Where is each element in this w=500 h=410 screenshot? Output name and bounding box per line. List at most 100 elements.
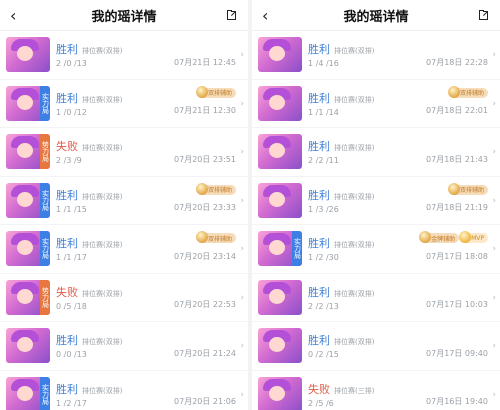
match-result: 胜利 bbox=[56, 188, 78, 202]
hero-avatar bbox=[258, 182, 302, 218]
honor-tags: 金牌辅助 MVP bbox=[419, 231, 488, 244]
hero-avatar bbox=[258, 279, 302, 315]
match-result-line: 胜利 排位赛(双排) bbox=[308, 138, 374, 154]
match-info: 胜利 排位赛(双排) 1 /2 /30 bbox=[308, 235, 374, 262]
match-mode: 排位赛(双排) bbox=[334, 144, 375, 153]
match-row[interactable]: 胜利 排位赛(双排) 0 /0 /13 07月20日 21:24 › bbox=[0, 322, 248, 371]
match-info: 胜利 排位赛(双排) 1 /1 /17 bbox=[56, 235, 122, 262]
match-row[interactable]: 实力局 胜利 排位赛(双排) 1 /1 /15 双排辅助 07月20日 23:33 › bbox=[0, 177, 248, 225]
avatar-face bbox=[269, 337, 285, 353]
chevron-right-icon: › bbox=[492, 50, 496, 60]
match-mode: 排位赛(双排) bbox=[82, 386, 123, 395]
right-panel: ‹ 我的瑶详情 胜利 排位赛(双排) 1 /4 /16 07月18日 22:28 › 胜利… bbox=[252, 0, 500, 410]
match-result-line: 失败 排位赛(三排) bbox=[308, 381, 374, 397]
match-mode: 排位赛(三排) bbox=[334, 386, 375, 395]
match-result: 胜利 bbox=[308, 334, 330, 348]
match-result: 失败 bbox=[56, 140, 78, 154]
match-info: 胜利 排位赛(双排) 1 /0 /12 bbox=[56, 90, 122, 117]
medal-icon bbox=[195, 182, 208, 195]
chevron-right-icon: › bbox=[240, 98, 244, 109]
match-result-line: 胜利 排位赛(双排) bbox=[56, 332, 122, 348]
strength-badge: 势力局 bbox=[40, 279, 50, 315]
match-row[interactable]: 胜利 排位赛(双排) 1 /1 /14 双排辅助 07月18日 22:01 › bbox=[252, 80, 500, 128]
kda: 1 /0 /12 bbox=[56, 107, 87, 117]
chevron-right-icon: › bbox=[492, 244, 496, 254]
left-panel: ‹ 我的瑶详情 胜利 排位赛(双排) 2 /0 /13 07月21日 12:45 › 实力… bbox=[0, 0, 248, 410]
avatar-face bbox=[17, 337, 33, 353]
honor-tag-label: 金牌辅助 bbox=[431, 235, 456, 243]
match-result-line: 胜利 排位赛(双排) bbox=[308, 41, 374, 57]
hero-avatar: 实力局 bbox=[6, 182, 50, 218]
match-time: 07月18日 21:43 bbox=[426, 154, 488, 164]
match-result-line: 胜利 排位赛(双排) bbox=[308, 332, 374, 348]
kda: 2 /0 /13 bbox=[56, 59, 87, 69]
match-result: 胜利 bbox=[308, 43, 330, 57]
match-mode: 排位赛(双排) bbox=[334, 241, 375, 250]
match-row[interactable]: 实力局 胜利 排位赛(双排) 1 /0 /12 双排辅助 07月21日 12:30 › bbox=[0, 80, 248, 128]
kda: 1 /1 /14 bbox=[308, 107, 339, 117]
match-result: 胜利 bbox=[56, 237, 78, 251]
avatar-face bbox=[17, 240, 33, 256]
hero-avatar bbox=[258, 134, 302, 170]
match-time: 07月18日 22:28 bbox=[426, 57, 488, 67]
match-row[interactable]: 势力局 失败 排位赛(双排) 0 /5 /18 07月20日 22:53 › bbox=[0, 274, 248, 322]
match-mode: 排位赛(双排) bbox=[334, 289, 375, 298]
match-time: 07月20日 23:14 bbox=[174, 251, 236, 261]
chevron-right-icon: › bbox=[240, 195, 244, 206]
support-honor-tag: 双排辅助 bbox=[195, 85, 236, 98]
share-icon[interactable] bbox=[224, 7, 238, 26]
mvp-medal-icon bbox=[459, 231, 472, 243]
medal-icon bbox=[195, 85, 208, 98]
medal-icon bbox=[447, 182, 460, 195]
honor-tag-label: 双排辅助 bbox=[207, 90, 232, 97]
match-row[interactable]: 胜利 排位赛(双排) 2 /0 /13 07月21日 12:45 › bbox=[0, 31, 248, 80]
match-row[interactable]: 势力局 失败 排位赛(双排) 2 /3 /9 07月20日 23:51 › bbox=[0, 128, 248, 177]
share-icon[interactable] bbox=[476, 7, 490, 26]
honor-tag-label: 双排辅助 bbox=[207, 235, 232, 243]
hero-avatar bbox=[258, 376, 302, 410]
hero-avatar bbox=[258, 37, 302, 73]
match-info: 胜利 排位赛(双排) 2 /2 /11 bbox=[308, 138, 374, 165]
match-result: 胜利 bbox=[56, 43, 78, 57]
chevron-right-icon: › bbox=[492, 195, 496, 206]
avatar-face bbox=[269, 143, 285, 159]
match-time: 07月20日 23:51 bbox=[174, 154, 236, 164]
chevron-right-icon: › bbox=[240, 244, 244, 254]
match-row[interactable]: 失败 排位赛(三排) 2 /5 /6 07月16日 19:40 › bbox=[252, 371, 500, 410]
avatar-face bbox=[17, 46, 33, 62]
chevron-right-icon: › bbox=[240, 50, 244, 60]
match-time: 07月20日 22:53 bbox=[174, 300, 236, 309]
match-time: 07月21日 12:30 bbox=[174, 106, 236, 115]
match-row[interactable]: 实力局 胜利 排位赛(双排) 1 /2 /30 金牌辅助 MVP 07月17日 18:08 › bbox=[252, 225, 500, 274]
hero-avatar: 实力局 bbox=[6, 231, 50, 267]
match-result: 胜利 bbox=[56, 334, 78, 348]
medal-icon bbox=[447, 85, 460, 98]
strength-badge: 实力局 bbox=[292, 231, 302, 267]
chevron-right-icon: › bbox=[492, 341, 496, 351]
strength-badge: 实力局 bbox=[40, 231, 50, 267]
match-result-line: 胜利 排位赛(双排) bbox=[308, 187, 374, 203]
hero-avatar bbox=[6, 37, 50, 73]
match-info: 胜利 排位赛(双排) 0 /2 /15 bbox=[308, 332, 374, 359]
avatar-face bbox=[269, 288, 285, 304]
match-time: 07月20日 21:06 bbox=[174, 397, 236, 406]
match-row[interactable]: 胜利 排位赛(双排) 2 /2 /11 07月18日 21:43 › bbox=[252, 128, 500, 177]
match-row[interactable]: 胜利 排位赛(双排) 1 /4 /16 07月18日 22:28 › bbox=[252, 31, 500, 80]
match-result: 胜利 bbox=[308, 188, 330, 202]
match-time: 07月18日 22:01 bbox=[426, 106, 488, 115]
header: ‹ 我的瑶详情 bbox=[0, 0, 248, 31]
match-row[interactable]: 胜利 排位赛(双排) 0 /2 /15 07月17日 09:40 › bbox=[252, 322, 500, 371]
chevron-right-icon: › bbox=[492, 292, 496, 303]
match-info: 胜利 排位赛(双排) 1 /2 /17 bbox=[56, 381, 122, 408]
avatar-face bbox=[17, 288, 33, 304]
match-row[interactable]: 胜利 排位赛(双排) 1 /3 /26 双排辅助 07月18日 21:19 › bbox=[252, 177, 500, 225]
match-time: 07月20日 21:24 bbox=[174, 348, 236, 358]
kda: 0 /2 /15 bbox=[308, 350, 339, 360]
match-list: 胜利 排位赛(双排) 1 /4 /16 07月18日 22:28 › 胜利 排位赛(双排) 1… bbox=[252, 31, 500, 410]
match-row[interactable]: 实力局 胜利 排位赛(双排) 1 /2 /17 07月20日 21:06 › bbox=[0, 371, 248, 410]
match-row[interactable]: 胜利 排位赛(双排) 2 /2 /13 07月17日 10:03 › bbox=[252, 274, 500, 322]
back-arrow-icon[interactable]: ‹ bbox=[262, 6, 268, 25]
match-time: 07月17日 10:03 bbox=[426, 300, 488, 309]
back-arrow-icon[interactable]: ‹ bbox=[10, 6, 16, 25]
match-row[interactable]: 实力局 胜利 排位赛(双排) 1 /1 /17 双排辅助 07月20日 23:14 › bbox=[0, 225, 248, 274]
